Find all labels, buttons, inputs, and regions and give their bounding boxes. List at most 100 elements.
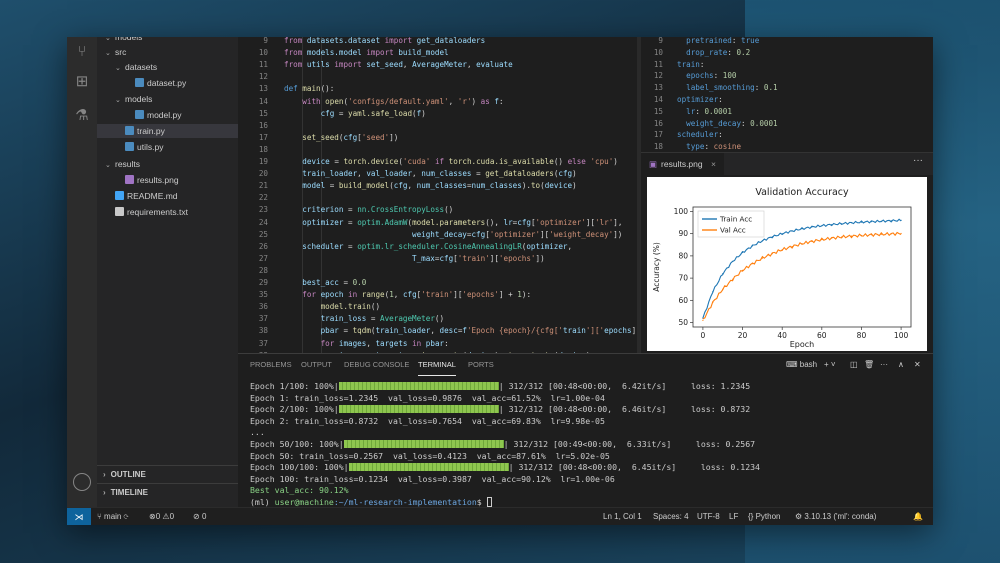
line-number: 37 [258,338,268,348]
line-code: weight_decay=cfg['optimizer']['weight_de… [412,229,623,239]
line-number: 14 [258,96,268,106]
line-code: cfg = yaml.safe_load(f) [320,108,426,118]
trash-icon[interactable]: 🗑 [864,354,874,376]
explorer-item[interactable]: utils.py [97,140,163,154]
explorer-item-label: datasets [125,62,158,72]
branch-indicator[interactable]: ⑂ main ⟳ [97,508,128,525]
outline-label: OUTLINE [110,470,146,479]
explorer-item[interactable]: model.py [97,108,182,122]
explorer-item-content: ⌄ src [97,45,126,61]
branch-name: main [104,512,122,521]
file-icon [135,78,144,87]
code-editor[interactable]: 9 from datasets.dataset import get_datalo… [238,37,637,353]
line-code: pbar = tqdm(train_loader, desc=f'Epoch {… [320,326,637,336]
close-tab-icon[interactable]: × [711,159,716,169]
line-number: 13 [653,83,663,93]
panel-tab[interactable]: TERMINAL [418,354,456,376]
bell-icon[interactable]: 🔔 [913,508,923,525]
remote-icon[interactable]: ⋊ [67,508,91,525]
explorer-item[interactable]: train.py [97,124,238,138]
language-mode[interactable]: {} Python [748,508,780,525]
line-number: 17 [258,132,268,142]
ports-indicator[interactable]: ⊘ 0 [193,508,206,525]
terminal-output[interactable]: Epoch 1/100: 100%| | 312/312 [00:48<00:00… [250,381,930,509]
panel-tab[interactable]: DEBUG CONSOLE [344,354,409,376]
line-number: 26 [258,241,268,251]
code-line: 36 model.train() [238,301,380,313]
data-point [850,235,853,237]
panel-tab[interactable]: PROBLEMS [250,354,292,376]
code-line: 17 set_seed(cfg['seed']) [238,132,399,144]
term-line: Epoch 50: train_loss=0.2567 val_loss=0.4… [250,450,610,461]
source-control-icon[interactable]: ⑂ [73,43,91,61]
line-code: lr: 0.0001 [686,106,732,116]
yaml-line: 15 lr: 0.0001 [641,106,732,118]
term-line: Epoch 1: train_loss=1.2345 val_loss=0.98… [250,392,605,403]
explorer-item-label: models [115,37,143,42]
explorer-item[interactable]: dataset.py [97,76,186,90]
explorer-item[interactable]: README.md [97,189,178,203]
chevron-down-icon: ⌄ [115,97,121,104]
y-tick-label: 80 [678,251,688,260]
results-tab[interactable]: ▣ results.png × [641,153,724,175]
line-number: 16 [258,120,268,130]
panel-tab[interactable]: PORTS [468,354,494,376]
data-point [702,319,704,321]
explorer-item[interactable]: results.png [97,173,179,187]
timeline-section[interactable]: › TIMELINE [97,483,238,501]
line-ending[interactable]: LF [729,508,738,525]
x-tick-label: 80 [857,331,867,340]
encoding[interactable]: UTF-8 [697,508,720,525]
interpreter[interactable]: ⚙ 3.10.13 ('ml': conda) [795,508,876,525]
line-code: for epoch in range(1, cfg['train']['epoc… [302,290,532,300]
code-line: 28 [238,265,284,277]
data-point [821,225,823,227]
indentation[interactable]: Spaces: 4 [653,508,689,525]
split-terminal-icon[interactable]: ◫ [850,354,858,376]
new-terminal-icon[interactable]: + ˅ [824,354,836,376]
yaml-line: 14 optimizer: [641,94,723,106]
close-panel-icon[interactable]: ✕ [914,354,921,376]
explorer-item[interactable]: ⌄ results [97,157,140,171]
explorer-item-label: results.png [137,175,179,185]
error-icon: ⊗ [149,512,156,521]
line-number: 16 [653,118,663,128]
data-point [761,240,763,242]
terminal-icon: ⌨ [786,360,800,369]
line-number: 12 [258,72,268,82]
explorer-item[interactable]: ⌄ models [97,92,152,106]
explorer-item-content: results.png [97,173,179,187]
line-number: 11 [258,60,268,70]
term-line: Epoch 2/100: 100%| | 312/312 [00:48<00:00… [250,404,751,415]
config-editor[interactable]: 9 pretrained: true 10 drop_rate: 0.2 11 tra… [641,37,933,152]
cursor-position[interactable]: Ln 1, Col 1 [603,508,642,525]
image-preview: ▣ results.png × ··· Validation Accuracy Ep… [641,152,933,353]
explorer-item[interactable]: requirements.txt [97,205,188,219]
outline-section[interactable]: › OUTLINE [97,465,238,483]
more-icon[interactable]: ··· [880,354,888,376]
term-line: Epoch 50/100: 100%| | 312/312 [00:49<00:0… [250,438,756,449]
more-actions-icon[interactable]: ··· [913,155,923,166]
yaml-line: 11 train: [641,59,705,71]
maximize-icon[interactable]: ∧ [898,354,904,376]
line-code: train: [677,59,705,69]
warning-count: 0 [169,512,175,521]
line-number: 23 [258,205,268,215]
extensions-icon[interactable]: ⊞ [73,73,91,91]
terminal-shell[interactable]: ⌨ bash [786,354,817,376]
image-file-icon: ▣ [649,159,658,169]
data-point [890,233,892,235]
line-number: 24 [258,217,268,227]
line-code: T_max=cfg['train']['epochs']) [412,253,545,263]
term-line: Epoch 2: train_loss=0.8732 val_loss=0.76… [250,415,605,426]
explorer-item-label: utils.py [137,142,164,152]
flask-icon[interactable]: ⚗ [73,107,91,125]
line-code: for images, targets in pbar: [320,338,449,348]
explorer-item[interactable]: ⌄ src [97,45,126,59]
account-icon[interactable] [73,473,91,491]
problems-indicator[interactable]: ⊗0 ⚠0 [149,508,174,525]
bottom-panel: PROBLEMS OUTPUT DEBUG CONSOLE TERMINAL PORTS… [238,353,933,507]
explorer-item[interactable]: ⌄ datasets [97,60,157,74]
panel-tab[interactable]: OUTPUT [301,354,332,376]
explorer-item[interactable]: ⌄ models [97,37,142,44]
